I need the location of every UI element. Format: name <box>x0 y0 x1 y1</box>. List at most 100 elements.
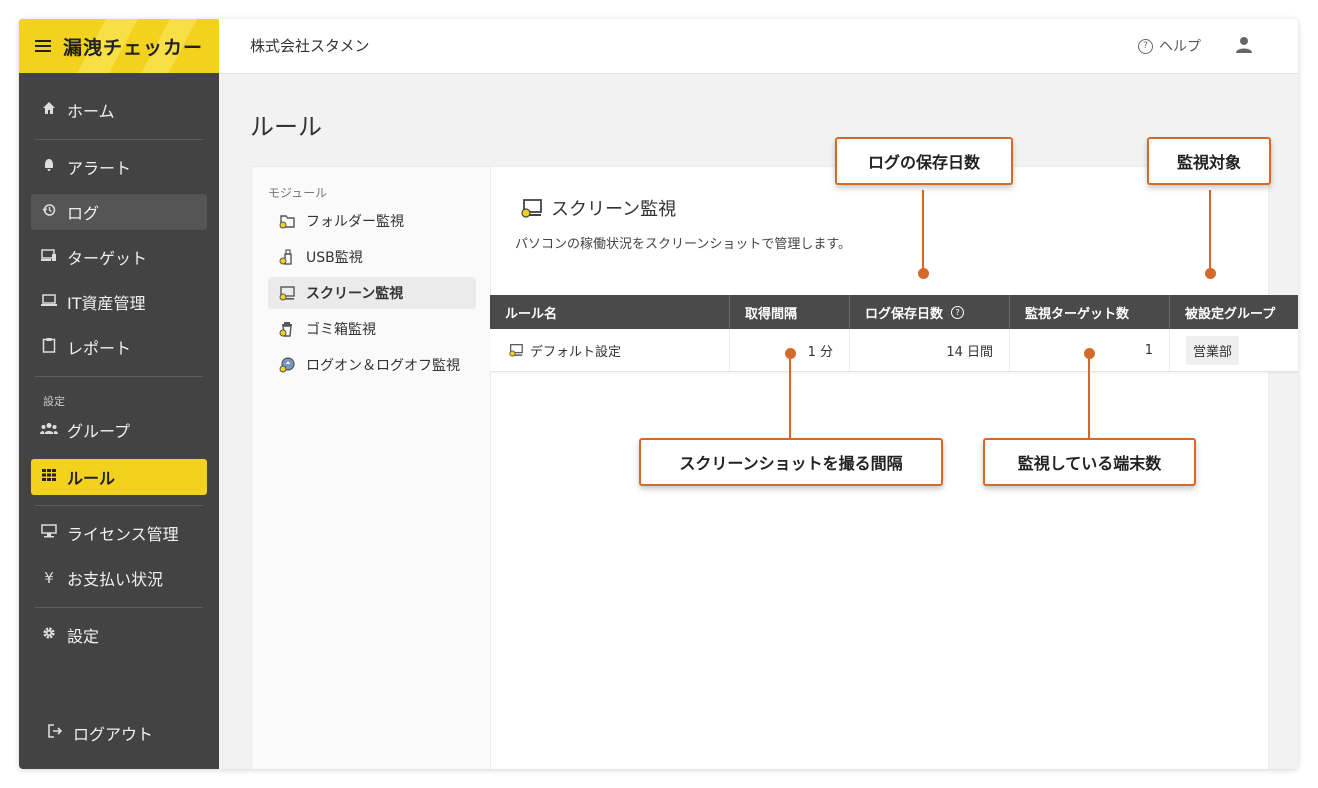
sidebar-item-alert[interactable]: アラート <box>31 149 207 185</box>
module-item-folder[interactable]: フォルダー監視 <box>268 205 476 237</box>
module-item-label: フォルダー監視 <box>306 214 404 230</box>
sidebar-item-log[interactable]: ログ <box>31 194 207 230</box>
module-item-usb[interactable]: USB監視 <box>268 241 476 273</box>
module-item-logon[interactable]: ログオン＆ログオフ監視 <box>268 349 476 381</box>
table-row[interactable]: デフォルト設定 1 分 14 日間 1 営業部 <box>490 329 1298 372</box>
cell-retention: 14 日間 <box>850 329 1010 371</box>
company-name: 株式会社スタメン <box>250 37 370 55</box>
column-header-rule-name[interactable]: ルール名 <box>490 295 730 329</box>
help-link[interactable]: ? ヘルプ <box>1138 36 1201 56</box>
sidebar-section-label: 設定 <box>43 395 65 408</box>
grid-icon <box>39 469 59 485</box>
top-header: 株式会社スタメン ? ヘルプ <box>219 19 1298 74</box>
gear-icon <box>39 626 59 644</box>
menu-icon[interactable] <box>35 37 51 55</box>
rule-name-text[interactable]: デフォルト設定 <box>530 341 621 360</box>
sidebar-item-label: IT資産管理 <box>67 294 146 313</box>
column-header-target-count[interactable]: 監視ターゲット数 <box>1010 295 1170 329</box>
sidebar-divider <box>35 139 203 140</box>
sidebar-divider <box>35 505 203 506</box>
cell-rule-name: デフォルト設定 <box>490 329 730 371</box>
page-title: ルール <box>250 113 322 141</box>
screen-watch-icon <box>509 344 523 357</box>
sidebar-item-label: ライセンス管理 <box>67 525 179 544</box>
module-item-label: ゴミ箱監視 <box>306 322 376 338</box>
detail-title-text: スクリーン監視 <box>551 199 677 220</box>
callout-target: 監視対象 <box>1147 137 1271 185</box>
sidebar: 漏洩チェッカー ホーム アラート ログ ターゲット IT資産管理 レポート 設定… <box>19 19 219 769</box>
logout-label: ログアウト <box>73 725 154 744</box>
cell-group: 営業部 <box>1170 329 1298 371</box>
callout-log-retention: ログの保存日数 <box>835 137 1013 185</box>
sidebar-item-label: ターゲット <box>67 249 148 268</box>
logout-button[interactable]: ログアウト <box>37 715 213 751</box>
callout-line <box>789 354 791 440</box>
bell-icon <box>39 158 59 176</box>
trash-watch-icon <box>279 322 292 337</box>
group-icon <box>39 422 59 438</box>
detail-title: スクリーン監視 <box>519 195 676 221</box>
help-label: ヘルプ <box>1159 39 1201 55</box>
callout-dot <box>918 268 929 279</box>
module-item-label: ログオン＆ログオフ監視 <box>306 358 460 374</box>
sidebar-item-report[interactable]: レポート <box>31 329 207 365</box>
sidebar-item-label: ルール <box>67 469 116 488</box>
callout-line <box>1209 190 1211 274</box>
screen-watch-icon <box>521 199 542 218</box>
laptop-icon <box>39 293 59 311</box>
clipboard-icon <box>39 337 59 357</box>
callout-terminal-count: 監視している端末数 <box>983 438 1196 486</box>
help-circle-icon: ? <box>1138 38 1153 54</box>
license-icon <box>39 524 59 542</box>
detail-description: パソコンの稼働状況をスクリーンショットで管理します。 <box>515 237 852 252</box>
sidebar-item-label: ログ <box>67 204 100 223</box>
column-header-retention[interactable]: ログ保存日数 ? <box>850 295 1010 329</box>
callout-interval: スクリーンショットを撮る間隔 <box>639 438 943 486</box>
callout-dot <box>785 348 796 359</box>
group-badge: 営業部 <box>1186 335 1240 365</box>
sidebar-item-label: アラート <box>67 159 132 178</box>
logon-watch-icon <box>279 357 295 373</box>
sidebar-item-rule[interactable]: ルール <box>31 459 207 495</box>
sidebar-item-it-assets[interactable]: IT資産管理 <box>31 284 207 320</box>
sidebar-item-target[interactable]: ターゲット <box>31 239 207 275</box>
callout-line <box>922 190 924 274</box>
sidebar-item-label: ホーム <box>67 102 115 121</box>
usb-watch-icon <box>279 249 292 265</box>
sidebar-item-settings[interactable]: 設定 <box>31 617 207 653</box>
sidebar-divider <box>35 376 203 377</box>
yen-icon: ¥ <box>44 569 54 587</box>
rules-table-header: ルール名 取得間隔 ログ保存日数 ? 監視ターゲット数 被設定グループ <box>490 295 1298 329</box>
home-icon <box>39 101 59 119</box>
logout-icon <box>45 723 65 743</box>
callout-line <box>1088 354 1090 440</box>
app-window: 漏洩チェッカー ホーム アラート ログ ターゲット IT資産管理 レポート 設定… <box>19 19 1298 769</box>
sidebar-item-license[interactable]: ライセンス管理 <box>31 515 207 551</box>
module-item-trash[interactable]: ゴミ箱監視 <box>268 313 476 345</box>
sidebar-divider <box>35 607 203 608</box>
callout-dot <box>1084 348 1095 359</box>
sidebar-item-label: 設定 <box>67 627 100 646</box>
sidebar-item-label: お支払い状況 <box>67 570 164 589</box>
module-list-panel: モジュール フォルダー監視 USB監視 スクリーン監視 ゴミ箱監視 ログオン＆ロ… <box>251 166 492 769</box>
folder-watch-icon <box>279 215 295 229</box>
user-icon[interactable] <box>1235 36 1253 54</box>
column-header-label: ログ保存日数 <box>865 306 944 322</box>
sidebar-item-group[interactable]: グループ <box>31 412 207 448</box>
devices-icon <box>39 248 59 266</box>
column-header-interval[interactable]: 取得間隔 <box>730 295 850 329</box>
module-item-screen[interactable]: スクリーン監視 <box>268 277 476 309</box>
brand-title: 漏洩チェッカー <box>63 36 204 59</box>
help-circle-icon[interactable]: ? <box>951 305 965 319</box>
module-item-label: スクリーン監視 <box>306 286 404 302</box>
module-section-label: モジュール <box>268 186 328 200</box>
sidebar-item-payment[interactable]: ¥ お支払い状況 <box>31 560 207 596</box>
module-item-label: USB監視 <box>306 250 363 266</box>
screen-watch-icon <box>279 286 295 301</box>
callout-dot <box>1205 268 1216 279</box>
brand-bar: 漏洩チェッカー <box>19 19 219 73</box>
sidebar-item-label: グループ <box>67 422 131 441</box>
history-icon <box>39 203 59 221</box>
sidebar-item-home[interactable]: ホーム <box>31 92 207 128</box>
column-header-group[interactable]: 被設定グループ <box>1170 295 1298 329</box>
